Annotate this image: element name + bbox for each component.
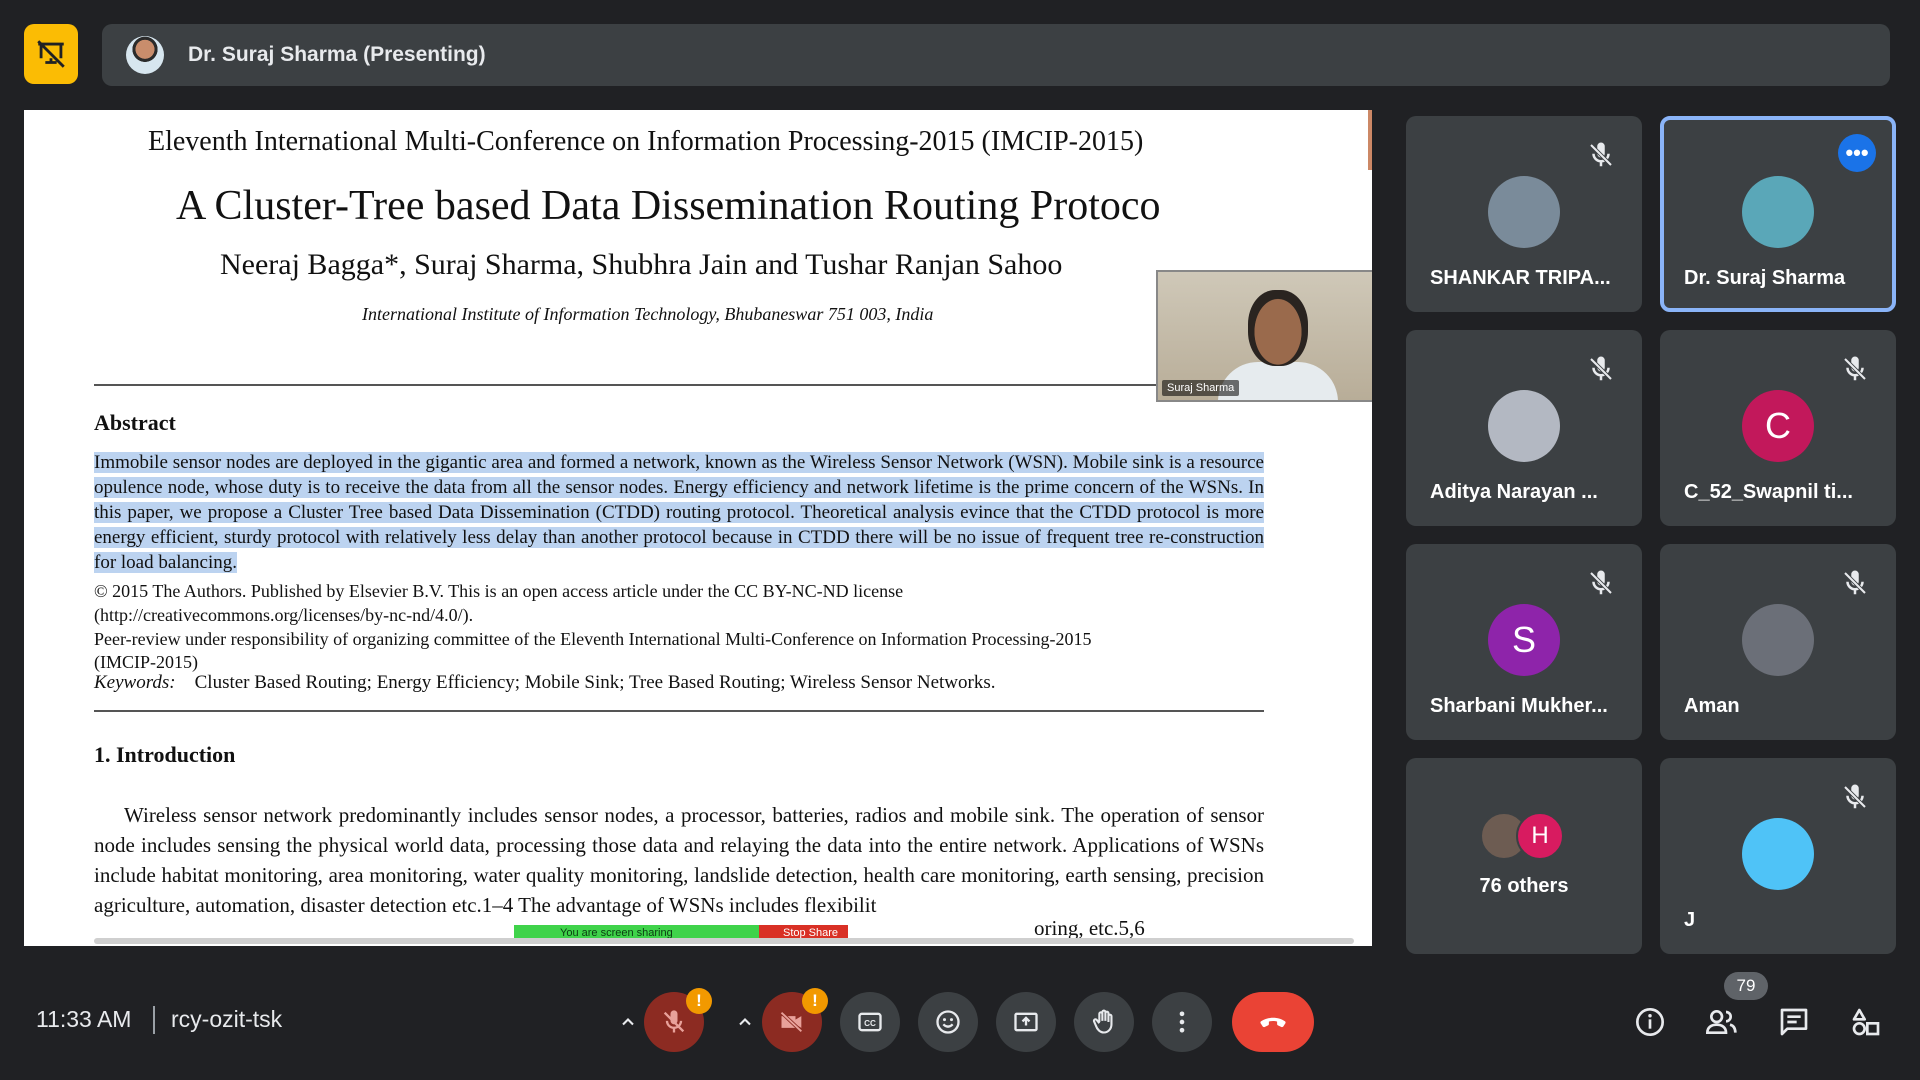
participant-name: SHANKAR TRIPA... [1430,267,1611,289]
hangup-icon [1260,1017,1286,1028]
self-view-label: Suraj Sharma [1162,380,1240,396]
presentation-icon[interactable] [24,24,78,84]
keywords: Cluster Based Routing; Energy Efficiency… [194,672,996,693]
mic-off-icon [1586,354,1616,384]
presenter-bar[interactable]: Dr. Suraj Sharma (Presenting) [102,24,1890,86]
participant-name: Aman [1684,695,1740,717]
mic-off-icon [663,1010,685,1033]
mic-off-icon [1840,568,1870,598]
participant-tile[interactable]: Aman [1660,544,1896,740]
meeting-details-button[interactable] [1628,1000,1672,1044]
abstract-selection: Immobile sensor nodes are deployed in th… [94,452,1264,573]
presenter-self-view[interactable]: Suraj Sharma [1156,270,1372,402]
warning-icon: ! [686,988,712,1014]
avatar [1742,818,1814,890]
paper-affiliation: International Institute of Information T… [362,304,934,324]
copyright-line: © 2015 The Authors. Published by Elsevie… [94,581,904,601]
camera-off-icon [780,1011,803,1033]
participant-count-badge: 79 [1724,972,1768,1000]
meet-window: Dr. Suraj Sharma (Presenting) Eleventh I… [0,0,1920,1080]
hand-icon [1092,1009,1113,1034]
keywords-label: Keywords: [94,672,176,693]
participant-name: C_52_Swapnil ti... [1684,481,1853,503]
vertical-scrollbar[interactable] [1368,110,1372,170]
avatar-initial: S [1488,604,1560,676]
present-button[interactable] [996,992,1056,1052]
more-vert-icon [1179,1011,1185,1033]
participant-tile[interactable]: S Sharbani Mukher... [1406,544,1642,740]
presenter-label: Dr. Suraj Sharma (Presenting) [188,43,486,66]
warning-icon: ! [802,988,828,1014]
mic-off-icon [1840,354,1870,384]
raise-hand-button[interactable] [1074,992,1134,1052]
others-tile[interactable]: H 76 others [1406,758,1642,954]
mic-off-icon [1586,568,1616,598]
captions-button[interactable]: CC [840,992,900,1052]
conference-name: Eleventh International Multi-Conference … [148,126,1144,157]
intro-heading: 1. Introduction [94,742,236,767]
shared-screen[interactable]: Eleventh International Multi-Conference … [24,110,1372,946]
chevron-up-icon[interactable] [610,1004,646,1040]
divider [94,384,1264,386]
avatar [1742,176,1814,248]
shared-document: Eleventh International Multi-Conference … [24,110,1372,946]
abstract-heading: Abstract [94,410,176,435]
keywords-line: Keywords: Cluster Based Routing; Energy … [94,672,995,694]
license-url: (http://creativecommons.org/licenses/by-… [94,605,474,625]
present-screen-icon [1014,1012,1038,1032]
avatar [1488,176,1560,248]
others-count: 76 others [1479,875,1569,897]
participant-tile[interactable]: Aditya Narayan ... [1406,330,1642,526]
activities-icon [1852,1008,1880,1036]
presenter-avatar [126,36,164,74]
more-options-button[interactable] [1152,992,1212,1052]
horizontal-scrollbar[interactable] [94,938,1354,944]
paper-title: A Cluster-Tree based Data Dissemination … [176,183,1161,229]
avatar-initial: H [1516,812,1564,860]
info-icon [1636,1008,1664,1036]
participant-name: J [1684,909,1696,931]
mic-off-icon [1840,782,1870,812]
svg-text:CC: CC [864,1019,876,1028]
captions-icon: CC [858,1012,882,1032]
participant-tile[interactable]: C C_52_Swapnil ti... [1660,330,1896,526]
mic-off-icon [1586,140,1616,170]
people-button[interactable] [1700,1000,1744,1044]
avatar [1488,390,1560,462]
meeting-code: rcy-ozit-tsk [171,1006,283,1032]
paper-authors: Neeraj Bagga*, Suraj Sharma, Shubhra Jai… [220,248,1063,281]
people-icon [1705,1010,1737,1034]
abstract-text: Immobile sensor nodes are deployed in th… [94,450,1264,575]
clock: 11:33 AM [36,1006,132,1032]
reactions-button[interactable] [918,992,978,1052]
activities-button[interactable] [1844,1000,1888,1044]
participant-tile[interactable]: J [1660,758,1896,954]
participant-tile-active[interactable]: ••• Dr. Suraj Sharma [1660,116,1896,312]
participant-name: Dr. Suraj Sharma [1684,267,1846,289]
chevron-up-icon[interactable] [727,1004,763,1040]
leave-call-button[interactable] [1232,992,1314,1052]
divider [94,710,1264,712]
more-options-icon[interactable]: ••• [1838,134,1876,172]
participant-name: Aditya Narayan ... [1430,481,1598,503]
emoji-icon [936,1010,960,1034]
peer-review: Peer-review under responsibility of orga… [94,629,1092,672]
divider [153,1006,155,1034]
avatar-initial: C [1742,390,1814,462]
participant-tile[interactable]: SHANKAR TRIPA... [1406,116,1642,312]
intro-text: Wireless sensor network predominantly in… [94,803,1264,917]
chat-button[interactable] [1772,1000,1816,1044]
presenter-face [1248,290,1308,366]
avatar [1742,604,1814,676]
chat-icon [1780,1008,1808,1036]
participant-name: Sharbani Mukher... [1430,695,1608,717]
